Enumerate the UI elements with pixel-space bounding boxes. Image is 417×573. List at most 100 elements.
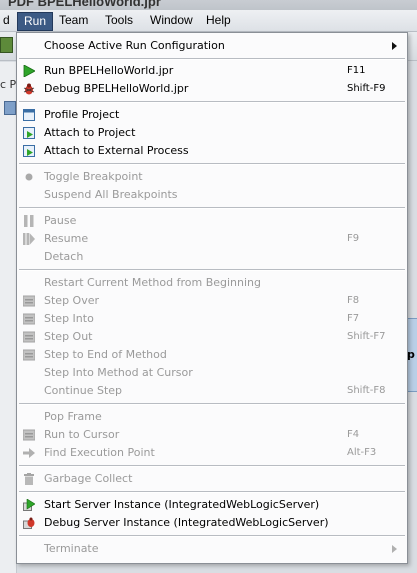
toolbar-icon[interactable] — [0, 37, 13, 53]
panel-icon[interactable] — [4, 101, 16, 115]
menu-item-run-project[interactable]: Run BPELHelloWorld.jpr F11 — [17, 62, 407, 80]
menu-tools[interactable]: Tools — [99, 12, 139, 29]
menu-item-detach[interactable]: Detach — [17, 248, 407, 266]
run-to-cursor-icon — [22, 429, 36, 441]
menu-item-restart-method[interactable]: Restart Current Method from Beginning — [17, 274, 407, 292]
menu-separator — [19, 491, 405, 493]
menu-item-shortcut: Shift-F8 — [347, 385, 386, 396]
menu-item-label: Find Execution Point — [44, 446, 155, 459]
menu-item-pop-frame[interactable]: Pop Frame — [17, 408, 407, 426]
menu-item-step-end-method[interactable]: Step to End of Method — [17, 346, 407, 364]
menu-separator — [19, 269, 405, 271]
menu-item-label: Suspend All Breakpoints — [44, 188, 178, 201]
menu-item-label: Step Into Method at Cursor — [44, 366, 193, 379]
menu-item-attach-external[interactable]: Attach to External Process — [17, 142, 407, 160]
breakpoint-icon — [23, 171, 35, 183]
menu-partial[interactable]: d — [0, 12, 16, 29]
menu-window[interactable]: Window — [144, 12, 199, 29]
menu-item-label: Garbage Collect — [44, 472, 133, 485]
menu-run[interactable]: Run — [17, 12, 54, 31]
menu-item-label: Choose Active Run Configuration — [44, 39, 225, 52]
menu-item-label: Step to End of Method — [44, 348, 167, 361]
menu-item-label: Profile Project — [44, 108, 120, 121]
window-title-bar: PDF BPELHelloWorld.jpr — [0, 0, 417, 10]
submenu-arrow-icon — [392, 42, 397, 50]
menu-item-step-into-cursor[interactable]: Step Into Method at Cursor — [17, 364, 407, 382]
menu-item-label: Terminate — [44, 542, 99, 555]
menu-item-label: Restart Current Method from Beginning — [44, 276, 261, 289]
menu-item-label: Resume — [44, 232, 89, 245]
menu-help[interactable]: Help — [200, 12, 237, 29]
debug-bug-icon — [23, 83, 35, 95]
menu-separator — [19, 465, 405, 467]
menu-separator — [19, 163, 405, 165]
menu-item-continue-step[interactable]: Continue Step Shift-F8 — [17, 382, 407, 400]
menu-item-toggle-breakpoint[interactable]: Toggle Breakpoint — [17, 168, 407, 186]
menu-item-label: Start Server Instance (IntegratedWebLogi… — [44, 498, 320, 511]
menu-item-pause[interactable]: Pause — [17, 212, 407, 230]
step-over-icon — [22, 295, 36, 307]
menu-separator — [19, 403, 405, 405]
menu-item-label: Debug BPELHelloWorld.jpr — [44, 82, 189, 95]
menu-item-label: Pop Frame — [44, 410, 102, 423]
window-title: PDF BPELHelloWorld.jpr — [8, 0, 161, 9]
menu-item-run-to-cursor[interactable]: Run to Cursor F4 — [17, 426, 407, 444]
profile-window-icon — [23, 109, 35, 121]
menu-item-shortcut: Shift-F9 — [347, 83, 386, 94]
menu-item-label: Step Over — [44, 294, 99, 307]
menu-item-shortcut: F11 — [347, 65, 366, 76]
submenu-arrow-icon — [392, 545, 397, 553]
pause-icon — [23, 215, 35, 227]
menu-item-start-server[interactable]: Start Server Instance (IntegratedWebLogi… — [17, 496, 407, 514]
attach-icon — [23, 127, 35, 139]
menu-item-label: Detach — [44, 250, 84, 263]
menu-item-find-exec-point[interactable]: Find Execution Point Alt-F3 — [17, 444, 407, 462]
menu-item-label: Run BPELHelloWorld.jpr — [44, 64, 174, 77]
menu-team[interactable]: Team — [53, 12, 94, 29]
menu-item-attach-project[interactable]: Attach to Project — [17, 124, 407, 142]
menu-item-label: Debug Server Instance (IntegratedWebLogi… — [44, 516, 329, 529]
menu-item-shortcut: Alt-F3 — [347, 447, 377, 458]
menu-item-shortcut: F8 — [347, 295, 360, 306]
menu-item-label: Toggle Breakpoint — [44, 170, 143, 183]
run-menu: Choose Active Run Configuration Run BPEL… — [16, 32, 408, 564]
menu-item-label: Attach to Project — [44, 126, 136, 139]
editor-fragment: p — [407, 348, 415, 361]
main-menubar: d Run Team Tools Window Help — [0, 10, 417, 32]
menu-item-step-over[interactable]: Step Over F8 — [17, 292, 407, 310]
menu-item-choose-config[interactable]: Choose Active Run Configuration — [17, 37, 407, 55]
menu-item-step-out[interactable]: Step Out Shift-F7 — [17, 328, 407, 346]
menu-item-label: Pause — [44, 214, 77, 227]
menu-item-profile-project[interactable]: Profile Project — [17, 106, 407, 124]
menu-item-label: Step Out — [44, 330, 93, 343]
menu-item-step-into[interactable]: Step Into F7 — [17, 310, 407, 328]
trash-icon — [23, 473, 35, 485]
step-into-icon — [22, 313, 36, 325]
menu-item-label: Attach to External Process — [44, 144, 189, 157]
menu-separator — [19, 535, 405, 537]
menu-item-shortcut: F9 — [347, 233, 360, 244]
step-end-method-icon — [22, 349, 36, 361]
menu-separator — [19, 101, 405, 103]
menu-item-shortcut: F7 — [347, 313, 360, 324]
menu-item-debug-server[interactable]: Debug Server Instance (IntegratedWebLogi… — [17, 514, 407, 532]
arrow-right-icon — [23, 447, 35, 459]
start-server-icon — [23, 498, 36, 511]
menu-item-garbage-collect[interactable]: Garbage Collect — [17, 470, 407, 488]
menu-item-resume[interactable]: Resume F9 — [17, 230, 407, 248]
menu-item-terminate[interactable]: Terminate — [17, 540, 407, 558]
debug-server-icon — [23, 517, 35, 529]
step-out-icon — [22, 331, 36, 343]
menu-item-suspend-breakpoints[interactable]: Suspend All Breakpoints — [17, 186, 407, 204]
menu-item-label: Run to Cursor — [44, 428, 120, 441]
menu-item-debug-project[interactable]: Debug BPELHelloWorld.jpr Shift-F9 — [17, 80, 407, 98]
attach-external-icon — [23, 145, 35, 157]
run-icon — [23, 64, 36, 78]
menu-item-shortcut: F4 — [347, 429, 360, 440]
menu-separator — [19, 207, 405, 209]
menu-separator — [19, 58, 405, 60]
menu-item-label: Step Into — [44, 312, 94, 325]
resume-icon — [23, 233, 35, 245]
left-panel — [0, 62, 17, 573]
menu-item-label: Continue Step — [44, 384, 123, 397]
